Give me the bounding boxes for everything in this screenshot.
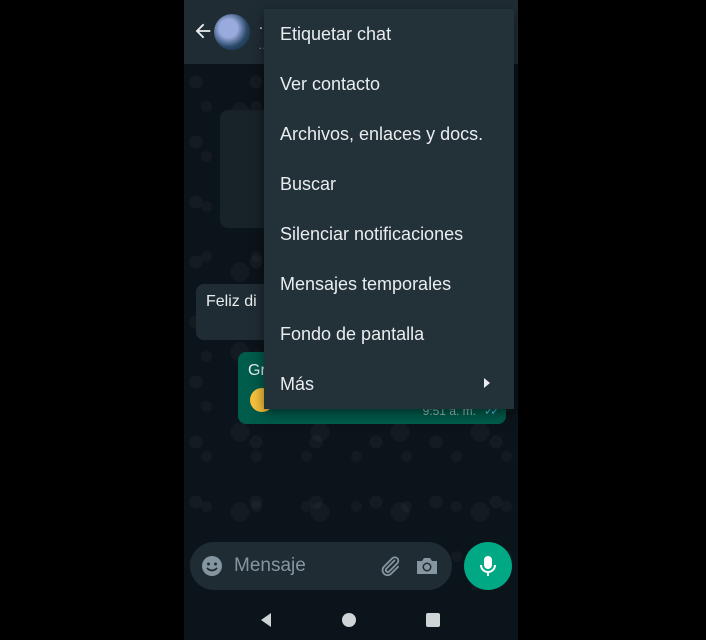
menu-item-etiquetar-chat[interactable]: Etiquetar chat bbox=[264, 9, 514, 59]
emoji-icon[interactable] bbox=[200, 554, 224, 578]
nav-home-icon[interactable] bbox=[342, 613, 356, 627]
menu-item-ver-contacto[interactable]: Ver contacto bbox=[264, 59, 514, 109]
attach-clip-icon[interactable] bbox=[378, 554, 402, 578]
chevron-right-icon bbox=[484, 378, 490, 388]
voice-message-button[interactable] bbox=[464, 542, 512, 590]
message-composer bbox=[190, 542, 452, 590]
menu-item-mas-label: Más bbox=[280, 374, 315, 394]
menu-item-silenciar[interactable]: Silenciar notificaciones bbox=[264, 209, 514, 259]
menu-item-buscar[interactable]: Buscar bbox=[264, 159, 514, 209]
system-navigation-bar bbox=[184, 600, 518, 640]
message-input[interactable] bbox=[234, 552, 364, 580]
mic-icon bbox=[480, 556, 496, 576]
back-arrow-icon[interactable] bbox=[192, 20, 214, 42]
chat-overflow-menu: Etiquetar chat Ver contacto Archivos, en… bbox=[264, 9, 514, 409]
incoming-message-text: Feliz di bbox=[206, 293, 257, 310]
menu-item-fondo-de-pantalla[interactable]: Fondo de pantalla bbox=[264, 309, 514, 359]
nav-back-icon[interactable] bbox=[258, 612, 274, 628]
menu-item-mensajes-temporales[interactable]: Mensajes temporales bbox=[264, 259, 514, 309]
contact-avatar[interactable] bbox=[214, 14, 250, 50]
menu-item-mas[interactable]: Más bbox=[264, 359, 514, 409]
menu-item-archivos[interactable]: Archivos, enlaces y docs. bbox=[264, 109, 514, 159]
nav-recents-icon[interactable] bbox=[426, 613, 440, 627]
camera-icon[interactable] bbox=[414, 554, 440, 578]
